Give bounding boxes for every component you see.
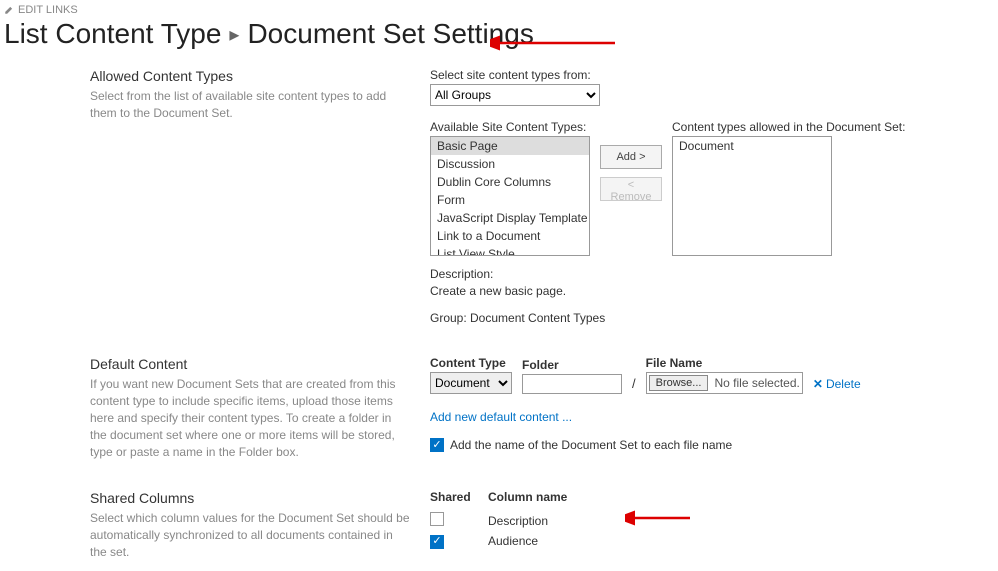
- shared-column-name: Description: [488, 514, 978, 528]
- available-option[interactable]: Discussion: [431, 155, 589, 173]
- default-content-heading: Default Content: [90, 356, 410, 372]
- section-allowed-content-types: Allowed Content Types Select from the li…: [0, 68, 998, 326]
- available-listbox[interactable]: Basic PageDiscussionDublin Core ColumnsF…: [430, 136, 590, 256]
- shared-columns-table: Shared Column name Description ✓Audience: [430, 490, 978, 551]
- file-name-label: File Name: [646, 356, 803, 370]
- allowed-types-desc: Select from the list of available site c…: [90, 88, 410, 122]
- breadcrumb-parent[interactable]: List Content Type: [4, 18, 221, 50]
- add-new-default-content-link[interactable]: Add new default content ...: [430, 410, 978, 424]
- description-label: Description:: [430, 266, 978, 283]
- folder-label: Folder: [522, 358, 622, 372]
- section-shared-columns: Shared Columns Select which column value…: [0, 490, 998, 560]
- default-content-desc: If you want new Document Sets that are c…: [90, 376, 410, 460]
- shared-checkbox[interactable]: [430, 512, 444, 526]
- allowed-option[interactable]: Document: [673, 137, 831, 155]
- add-name-label: Add the name of the Document Set to each…: [450, 438, 732, 452]
- allowed-listbox[interactable]: Document: [672, 136, 832, 256]
- group-line: Group: Document Content Types: [430, 310, 978, 327]
- content-type-select[interactable]: Document: [430, 372, 512, 394]
- folder-slash: /: [632, 376, 636, 394]
- add-button[interactable]: Add >: [600, 145, 662, 169]
- add-name-checkbox[interactable]: ✓: [430, 438, 444, 452]
- pencil-icon: [4, 5, 14, 15]
- browse-button[interactable]: Browse...: [649, 375, 709, 391]
- description-text: Create a new basic page.: [430, 283, 978, 300]
- content-type-label: Content Type: [430, 356, 512, 370]
- available-option[interactable]: Link to a Document: [431, 227, 589, 245]
- file-input[interactable]: Browse... No file selected.: [646, 372, 803, 394]
- shared-header-name: Column name: [488, 490, 978, 504]
- allowed-types-heading: Allowed Content Types: [90, 68, 410, 84]
- breadcrumb-current: Document Set Settings: [247, 18, 533, 50]
- no-file-label: No file selected.: [714, 376, 799, 390]
- shared-columns-desc: Select which column values for the Docum…: [90, 510, 410, 560]
- shared-columns-heading: Shared Columns: [90, 490, 410, 506]
- shared-row: ✓Audience: [430, 531, 978, 551]
- remove-button[interactable]: < Remove: [600, 177, 662, 201]
- group-select[interactable]: All Groups: [430, 84, 600, 106]
- delete-x-icon: ✕: [813, 377, 823, 391]
- page-title: List Content Type ▸ Document Set Setting…: [0, 16, 998, 68]
- available-option[interactable]: Form: [431, 191, 589, 209]
- edit-links-label: EDIT LINKS: [18, 4, 78, 16]
- section-default-content: Default Content If you want new Document…: [0, 356, 998, 460]
- breadcrumb-separator: ▸: [229, 22, 239, 47]
- select-from-label: Select site content types from:: [430, 68, 978, 82]
- delete-link[interactable]: ✕ Delete: [813, 377, 861, 394]
- available-label: Available Site Content Types:: [430, 120, 590, 134]
- folder-input[interactable]: [522, 374, 622, 394]
- edit-links[interactable]: EDIT LINKS: [0, 0, 998, 16]
- available-option[interactable]: Dublin Core Columns: [431, 173, 589, 191]
- shared-row: Description: [430, 510, 978, 531]
- available-option[interactable]: JavaScript Display Template: [431, 209, 589, 227]
- shared-header-shared: Shared: [430, 490, 470, 504]
- available-option[interactable]: List View Style: [431, 245, 589, 256]
- shared-column-name: Audience: [488, 534, 978, 548]
- delete-label: Delete: [826, 377, 861, 391]
- allowed-label: Content types allowed in the Document Se…: [672, 120, 905, 134]
- available-option[interactable]: Basic Page: [431, 137, 589, 155]
